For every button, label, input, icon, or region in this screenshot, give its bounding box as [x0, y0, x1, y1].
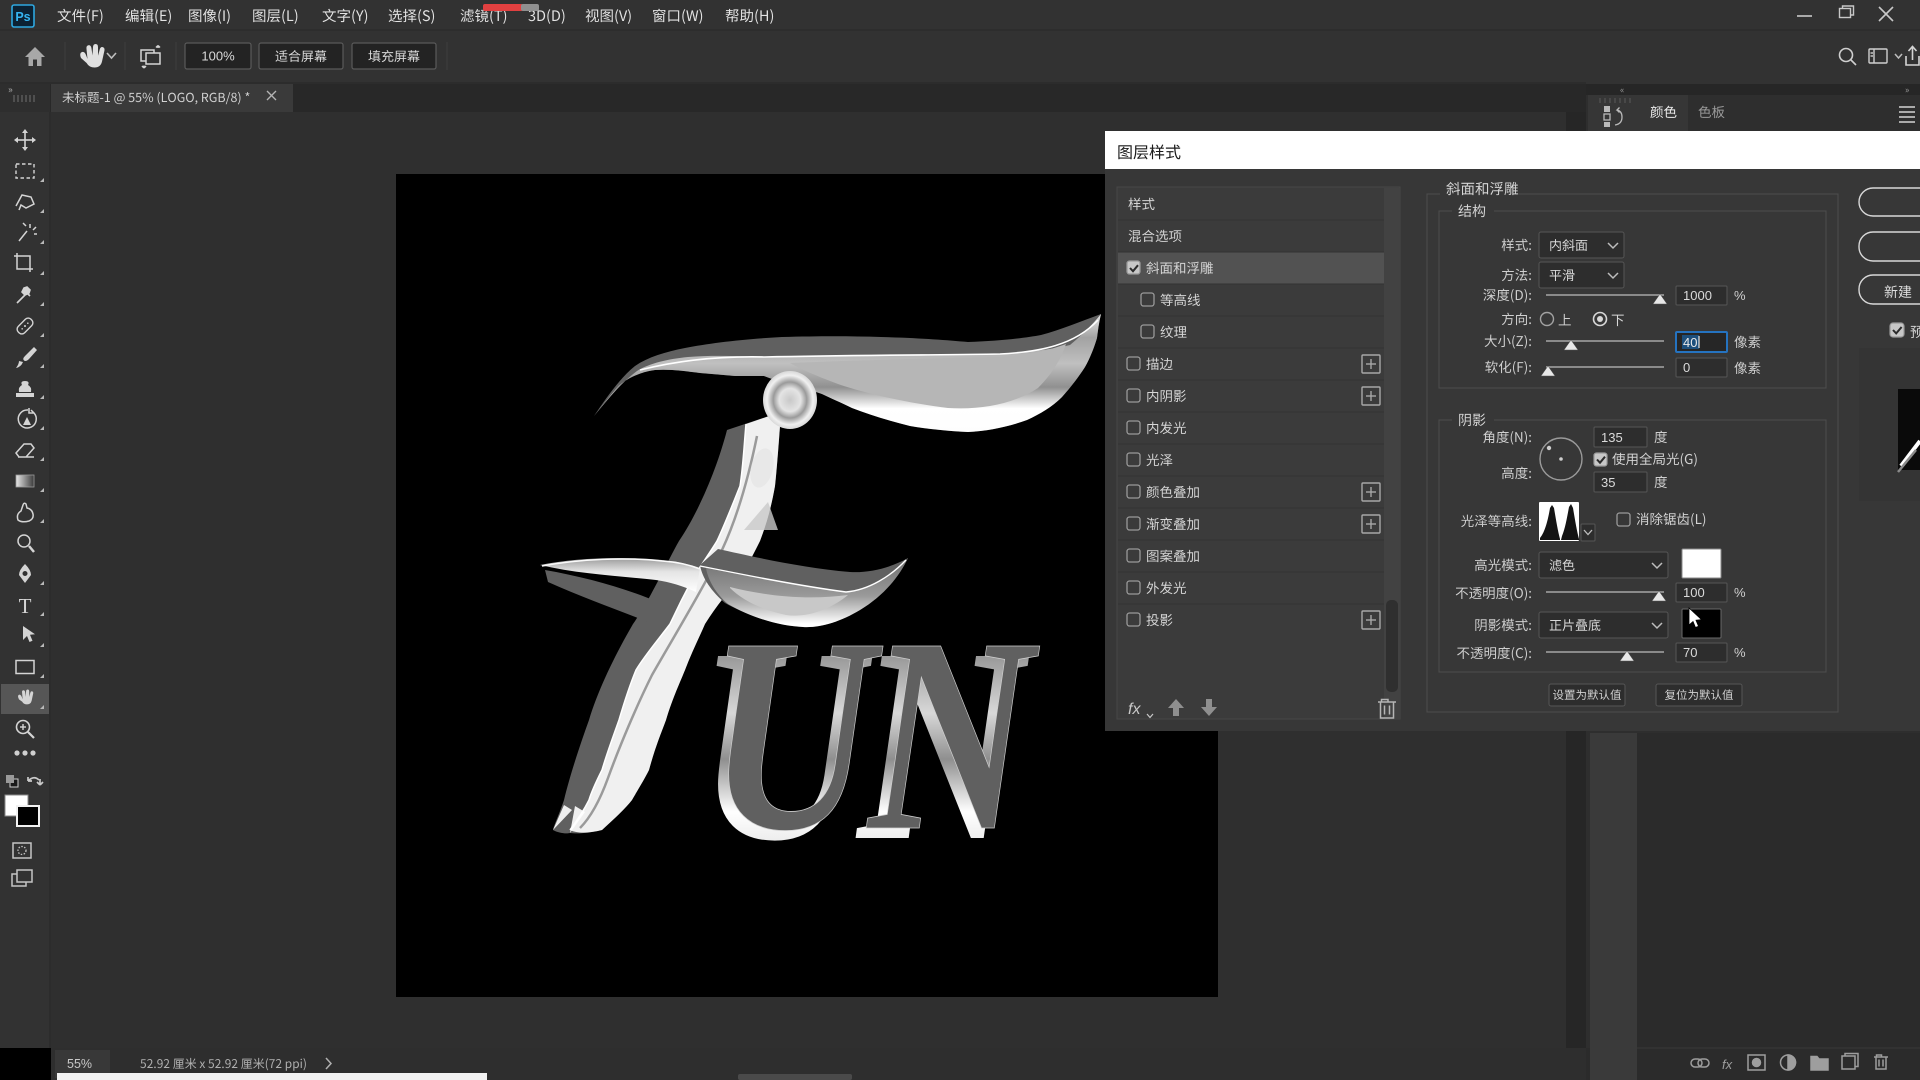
- svg-text:UN: UN: [709, 580, 1041, 888]
- svg-text:40: 40: [1683, 335, 1697, 350]
- svg-text:fx: fx: [1722, 1057, 1733, 1072]
- svg-text:70: 70: [1683, 645, 1697, 660]
- svg-text:100%: 100%: [201, 49, 235, 64]
- svg-text:1000: 1000: [1683, 288, 1712, 303]
- svg-text:T: T: [19, 594, 32, 618]
- svg-text:%: %: [1734, 645, 1746, 660]
- svg-text:35: 35: [1601, 475, 1615, 490]
- svg-text:%: %: [1734, 585, 1746, 600]
- svg-text:Ps: Ps: [15, 10, 30, 24]
- svg-text:55%: 55%: [67, 1057, 92, 1071]
- svg-text:135: 135: [1601, 430, 1623, 445]
- svg-text:%: %: [1734, 288, 1746, 303]
- svg-text:100: 100: [1683, 585, 1705, 600]
- svg-text:0: 0: [1683, 360, 1690, 375]
- svg-text:fx: fx: [1128, 701, 1141, 718]
